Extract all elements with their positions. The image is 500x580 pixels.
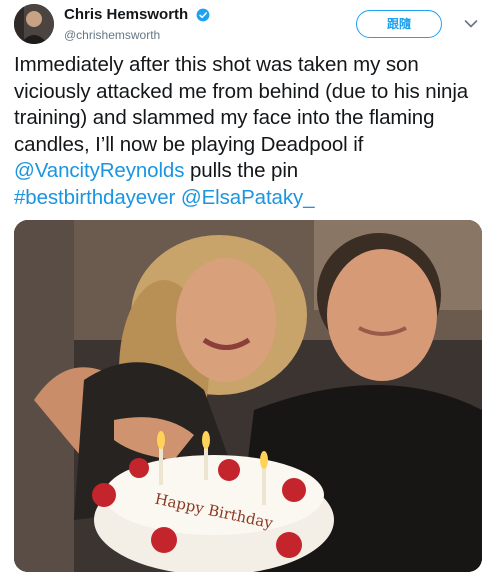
user-names: Chris Hemsworth @chrishemsworth — [64, 6, 210, 42]
tweet-photo[interactable]: Happy Birthday — [14, 220, 482, 572]
chevron-down-icon — [464, 20, 478, 28]
tweet-text-part: pulls the pin — [190, 159, 299, 182]
mention-link[interactable]: @ElsaPataky_ — [181, 186, 315, 209]
birthday-photo-image: Happy Birthday — [14, 220, 482, 572]
follow-button[interactable]: 跟隨 — [356, 10, 442, 38]
tweet-text-part: Immediately after this shot was taken my… — [14, 53, 469, 156]
verified-badge-icon — [196, 8, 210, 22]
hashtag-link[interactable]: #bestbirthdayever — [14, 186, 175, 209]
avatar[interactable] — [14, 4, 54, 44]
tweet-header: Chris Hemsworth @chrishemsworth 跟隨 — [14, 4, 486, 46]
user-handle[interactable]: @chrishemsworth — [64, 28, 210, 42]
more-options-button[interactable] — [456, 10, 486, 38]
mention-link[interactable]: @VancityReynolds — [14, 159, 184, 182]
tweet-text: Immediately after this shot was taken my… — [14, 52, 484, 211]
display-name[interactable]: Chris Hemsworth — [64, 6, 188, 23]
